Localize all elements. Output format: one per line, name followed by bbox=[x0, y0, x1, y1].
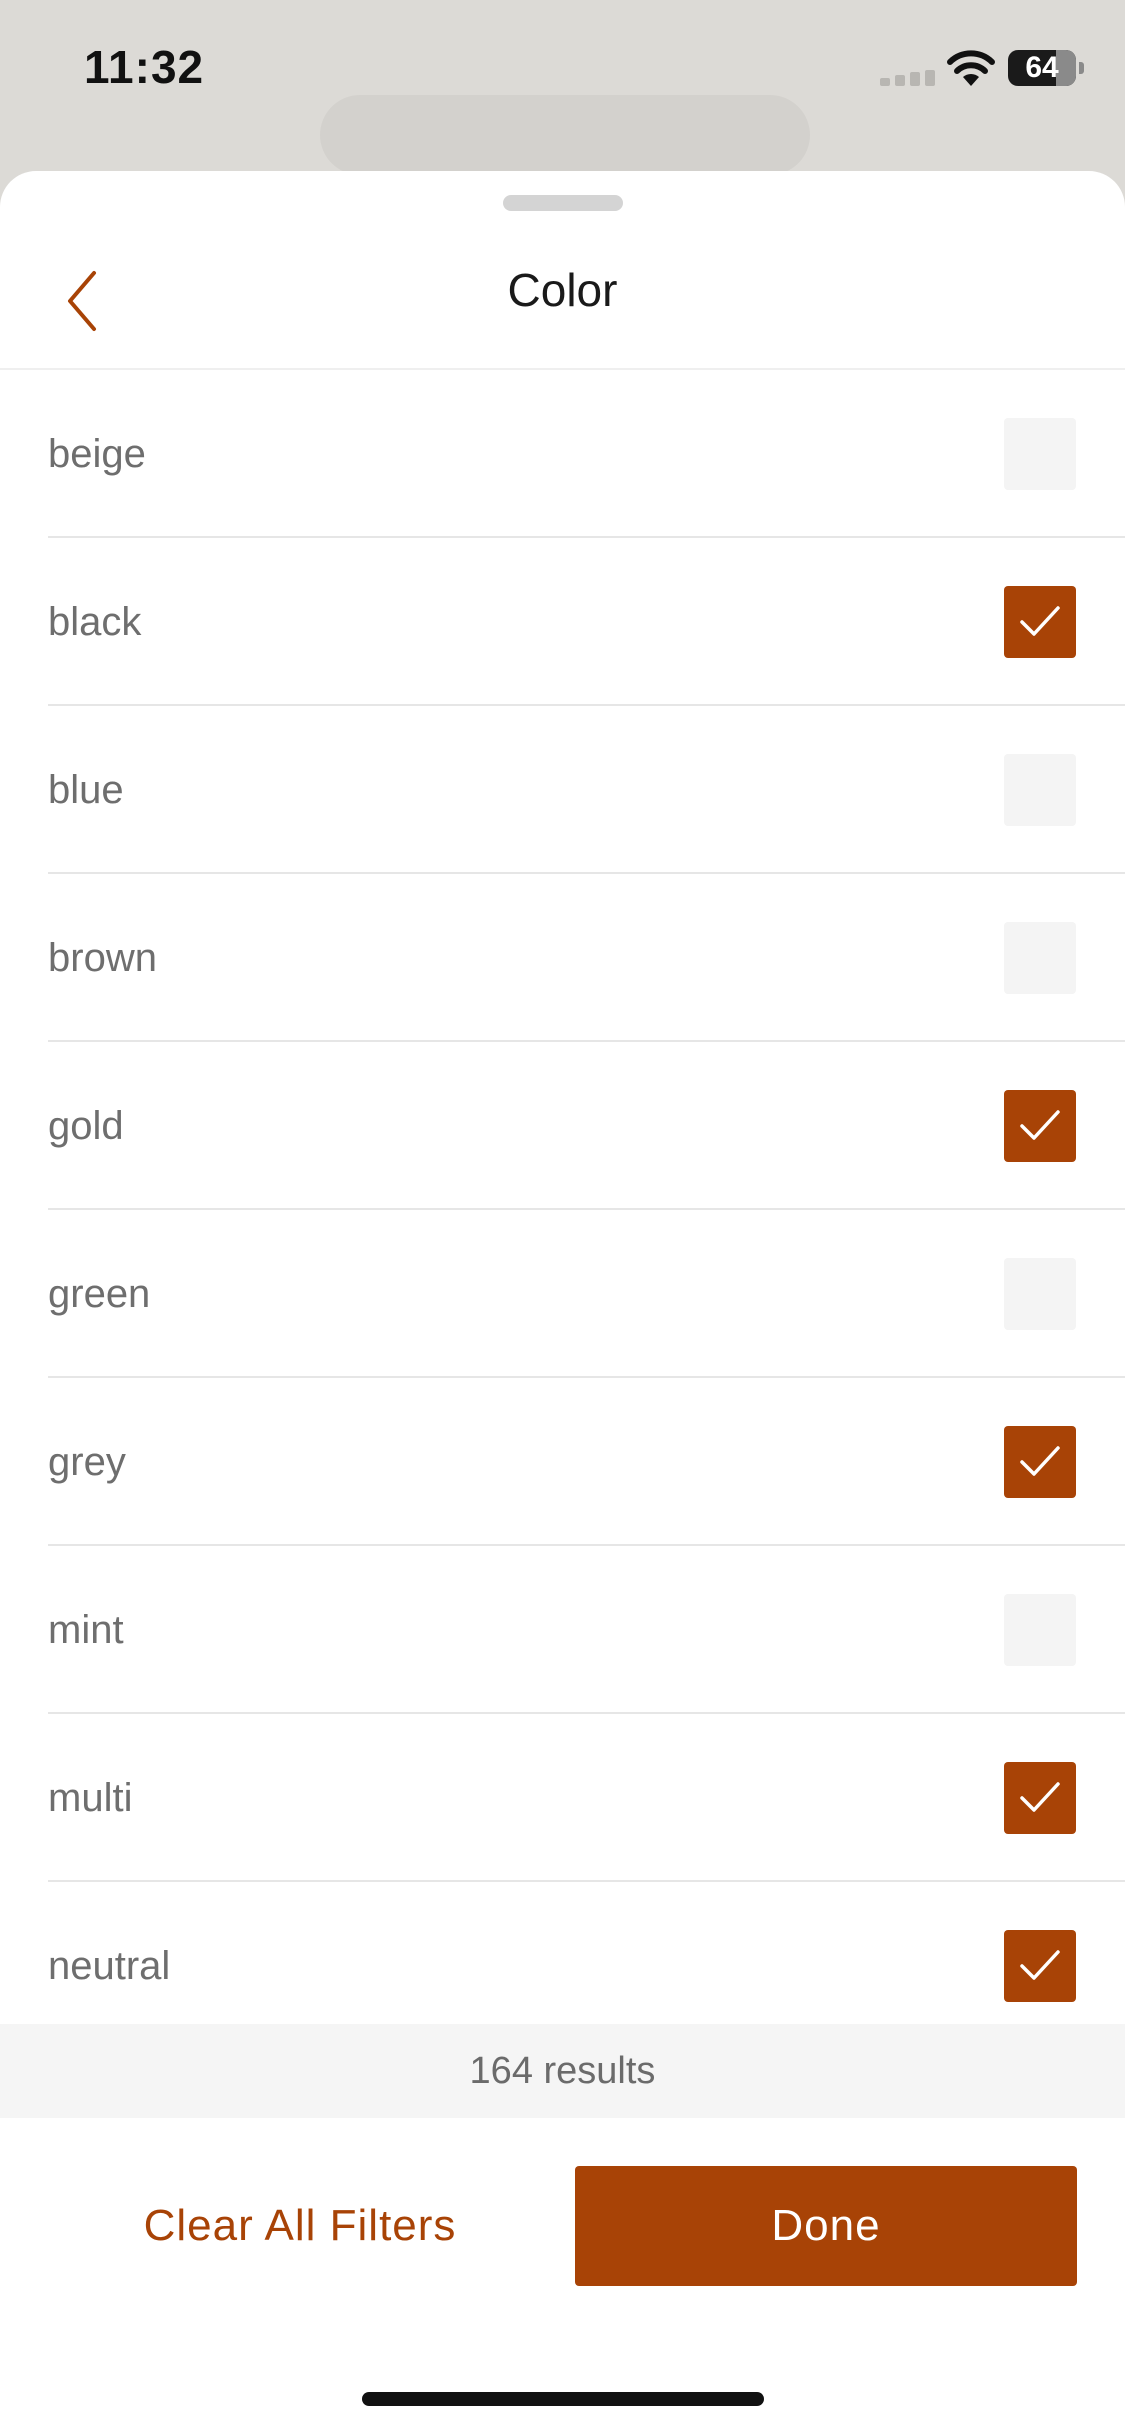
filter-option-mint[interactable]: mint bbox=[0, 1546, 1125, 1714]
checkmark-icon bbox=[1020, 1950, 1060, 1980]
checkbox[interactable] bbox=[1004, 1090, 1076, 1162]
filter-option-label: gold bbox=[48, 1104, 124, 1148]
filter-option-green[interactable]: green bbox=[0, 1210, 1125, 1378]
sheet-footer: Clear All Filters Done bbox=[0, 2118, 1125, 2436]
background-content bbox=[320, 95, 810, 175]
checkbox[interactable] bbox=[1004, 1426, 1076, 1498]
checkbox[interactable] bbox=[1004, 1594, 1076, 1666]
back-button[interactable] bbox=[50, 261, 120, 341]
checkbox[interactable] bbox=[1004, 922, 1076, 994]
checkbox[interactable] bbox=[1004, 418, 1076, 490]
filter-option-label: mint bbox=[48, 1608, 124, 1652]
filter-option-blue[interactable]: blue bbox=[0, 706, 1125, 874]
sheet-grabber[interactable] bbox=[503, 195, 623, 211]
color-options-list: beige black blue brown gold green grey mint mult… bbox=[0, 370, 1125, 2050]
results-count: 164 results bbox=[0, 2024, 1125, 2118]
filter-option-label: brown bbox=[48, 936, 157, 980]
chevron-left-icon bbox=[68, 271, 96, 331]
checkbox[interactable] bbox=[1004, 1930, 1076, 2002]
checkbox[interactable] bbox=[1004, 754, 1076, 826]
done-button[interactable]: Done bbox=[575, 2166, 1077, 2286]
filter-option-label: multi bbox=[48, 1776, 133, 1820]
filter-option-label: blue bbox=[48, 768, 124, 812]
filter-option-grey[interactable]: grey bbox=[0, 1378, 1125, 1546]
filter-option-beige[interactable]: beige bbox=[0, 370, 1125, 538]
sheet-header: Color bbox=[0, 211, 1125, 369]
filter-option-multi[interactable]: multi bbox=[0, 1714, 1125, 1882]
checkmark-icon bbox=[1020, 1446, 1060, 1476]
filter-option-label: green bbox=[48, 1272, 151, 1316]
checkmark-icon bbox=[1020, 1782, 1060, 1812]
cellular-signal-icon bbox=[880, 70, 936, 86]
battery-icon: 64 bbox=[1008, 50, 1076, 86]
checkbox[interactable] bbox=[1004, 586, 1076, 658]
checkmark-icon bbox=[1020, 1110, 1060, 1140]
filter-option-label: black bbox=[48, 600, 142, 644]
filter-option-black[interactable]: black bbox=[0, 538, 1125, 706]
filter-option-gold[interactable]: gold bbox=[0, 1042, 1125, 1210]
page-title: Color bbox=[507, 264, 618, 316]
home-indicator bbox=[362, 2392, 764, 2406]
checkbox[interactable] bbox=[1004, 1762, 1076, 1834]
checkmark-icon bbox=[1020, 606, 1060, 636]
battery-nub bbox=[1079, 62, 1084, 74]
filter-option-brown[interactable]: brown bbox=[0, 874, 1125, 1042]
battery-level: 64 bbox=[1025, 51, 1059, 84]
wifi-icon bbox=[945, 48, 997, 88]
filter-option-label: beige bbox=[48, 432, 146, 476]
checkbox[interactable] bbox=[1004, 1258, 1076, 1330]
clear-all-filters-button[interactable]: Clear All Filters bbox=[110, 2166, 490, 2286]
filter-option-label: grey bbox=[48, 1440, 126, 1484]
status-time: 11:32 bbox=[84, 41, 205, 93]
filter-sheet: Color beige black blue brown gold green grey mi… bbox=[0, 171, 1125, 2436]
